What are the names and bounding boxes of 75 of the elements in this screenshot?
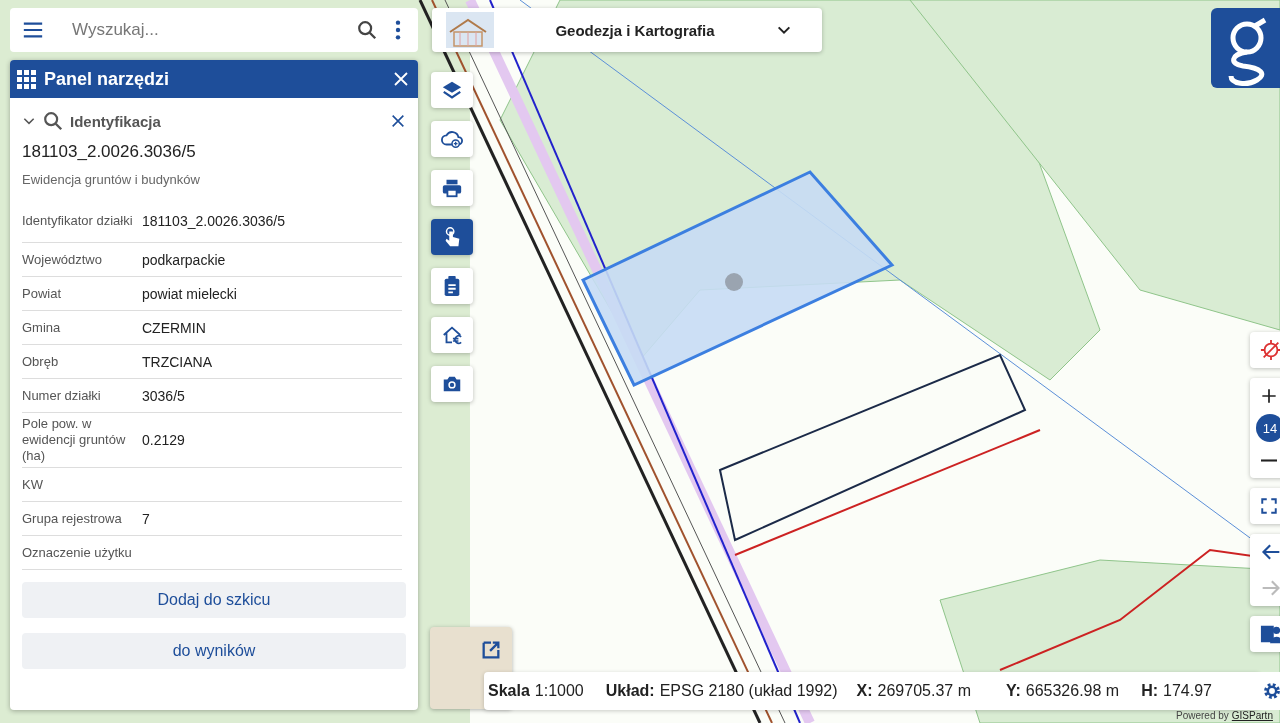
close-icon (390, 113, 406, 129)
status-label: Y: (1005, 682, 1021, 700)
status-label: X: (856, 682, 873, 700)
user-panel-button[interactable] (1250, 616, 1280, 652)
printer-icon (441, 177, 463, 199)
minus-icon (1261, 458, 1277, 462)
settings-button[interactable] (1254, 672, 1280, 710)
layers-icon (441, 79, 463, 101)
toolbar-button[interactable] (431, 72, 473, 108)
attribute-value: powiat mielecki (142, 285, 237, 302)
search-icon (42, 110, 64, 132)
fullscreen-button[interactable] (1250, 488, 1280, 524)
toolbar-button[interactable] (431, 121, 473, 157)
attribute-label: Pole pow. w ewidencji gruntów (ha) (22, 416, 127, 464)
status-value: 174.97 (1163, 682, 1212, 700)
toolbar-button[interactable] (431, 219, 473, 255)
section-title: Identyfikacja (70, 112, 162, 130)
toolbar-button[interactable] (431, 366, 473, 402)
parcel-id: 181103_2.0026.3036/5 (22, 142, 197, 162)
search-icon (356, 19, 378, 41)
layer-name: Ewidencja gruntów i budynków (22, 172, 201, 187)
location-off-icon (1260, 339, 1280, 361)
attribute-label: Numer działki (22, 387, 102, 404)
status-value: 1:1000 (534, 682, 584, 700)
settings-icon (1262, 681, 1280, 701)
close-button[interactable] (392, 70, 410, 88)
arrow-right-icon (1261, 578, 1280, 598)
cloud-icon (441, 128, 463, 150)
more-icon (394, 19, 402, 41)
plus-icon (1261, 388, 1277, 404)
toolbar-button[interactable] (431, 268, 473, 304)
attribution-link[interactable]: GISPartn (1231, 710, 1273, 721)
attribute-value: 0.2129 (142, 432, 185, 448)
grid-icon (17, 69, 36, 89)
attribute-label: Powiat (22, 285, 63, 302)
status-label: Układ: (605, 682, 655, 700)
action-button[interactable]: Dodaj do szkicu (22, 582, 406, 618)
status-value: 665326.98 m (1025, 682, 1120, 700)
attribute-label: KW (22, 476, 44, 493)
zoom-level: 14 (1256, 414, 1280, 442)
attribute-value: 181103_2.0026.3036/5 (142, 212, 285, 229)
toolbar-button[interactable] (431, 170, 473, 206)
close-icon (392, 70, 410, 88)
attribute-label: Gmina (22, 319, 62, 336)
attribute-label: Oznaczenie użytku (22, 544, 133, 561)
attribute-label: Obręb (22, 353, 60, 370)
attribute-value: 3036/5 (142, 387, 185, 404)
house-drawing-icon (446, 12, 494, 48)
attribute-value: podkarpackie (142, 251, 226, 268)
fullscreen-icon (1260, 497, 1278, 515)
status-label: Skala (488, 682, 530, 700)
external-link-icon[interactable] (480, 639, 502, 661)
house-euro-icon (441, 324, 463, 346)
more-button[interactable] (386, 8, 418, 52)
location-button[interactable] (1250, 332, 1280, 368)
toolbar-button[interactable] (431, 317, 473, 353)
panel-title: Panel narzędzi (44, 68, 171, 90)
attribute-value: 7 (142, 510, 150, 527)
attribute-label: Identyfikator działki (22, 212, 134, 229)
arrow-left-icon (1261, 542, 1280, 562)
attribution-text: Powered by (1176, 710, 1229, 721)
attribute-value: TRZCIANA (142, 353, 212, 370)
status-label: H: (1141, 682, 1159, 700)
theme-title: Geodezja i Kartografia (554, 21, 716, 39)
search-field[interactable]: Wyszukaj... (52, 8, 348, 52)
attribute-value: CZERMIN (142, 319, 206, 336)
action-button[interactable]: do wyników (22, 633, 406, 669)
menu-button[interactable] (10, 8, 52, 52)
menu-icon (22, 19, 44, 41)
status-value: 269705.37 m (877, 682, 971, 700)
status-value: EPSG 2180 (układ 1992) (659, 682, 838, 700)
attribute-label: Grupa rejestrowa (22, 510, 123, 527)
theme-selector[interactable]: Geodezja i Kartografia (432, 8, 822, 52)
close-button[interactable] (390, 113, 406, 129)
attribute-label: Województwo (22, 251, 103, 268)
